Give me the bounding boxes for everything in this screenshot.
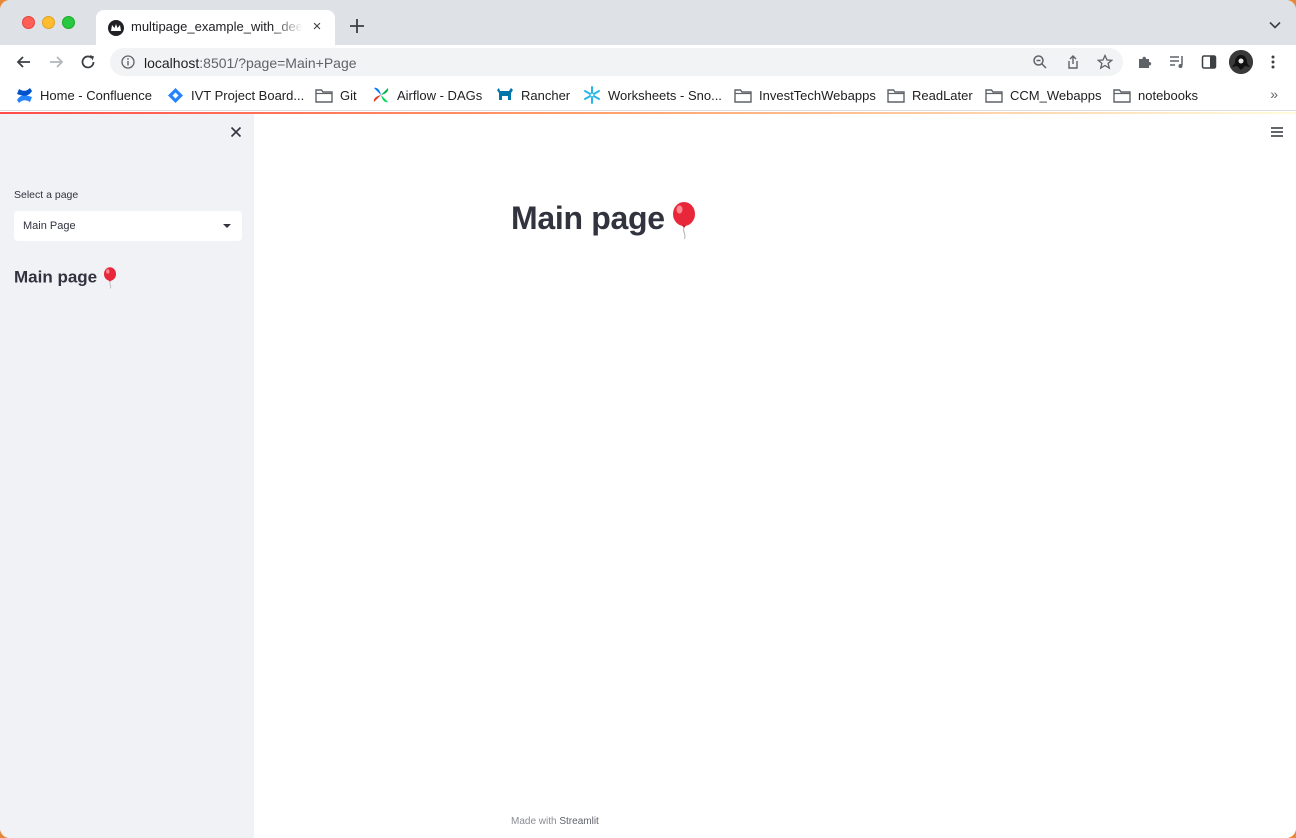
folder-icon (734, 88, 752, 103)
page-select-value: Main Page (23, 220, 76, 232)
sidebar-heading-text: Main page (14, 267, 98, 287)
browser-window: multipage_example_with_deep_links × (0, 0, 1296, 838)
page-title: Main page (511, 200, 697, 240)
tab-close-icon[interactable]: × (309, 19, 325, 35)
bookmarks-bar: Home - Confluence IVT Project Board... G… (0, 79, 1296, 111)
bookmark-label: CCM_Webapps (1010, 87, 1102, 103)
folder-icon (315, 88, 333, 103)
tab-search-chevron-icon[interactable] (1268, 18, 1282, 32)
bookmark-readlater[interactable]: ReadLater (887, 85, 973, 105)
page-title-text: Main page (511, 200, 665, 236)
page-select[interactable]: Main Page (14, 211, 242, 241)
forward-arrow-icon[interactable] (46, 52, 66, 72)
back-arrow-icon[interactable] (14, 52, 34, 72)
streamlit-favicon-icon (108, 20, 124, 36)
bookmark-label: InvestTechWebapps (759, 87, 876, 103)
snowflake-icon (584, 86, 600, 104)
browser-toolbar: localhost:8501/?page=Main+Page (0, 45, 1296, 79)
address-bar[interactable]: localhost:8501/?page=Main+Page (110, 48, 1123, 76)
side-panel-icon[interactable] (1201, 54, 1217, 70)
chrome-menu-icon[interactable] (1265, 54, 1281, 70)
bookmark-investtechwebapps[interactable]: InvestTechWebapps (734, 85, 876, 105)
minimize-window-button[interactable] (42, 16, 55, 29)
tab-strip: multipage_example_with_deep_links × (0, 0, 1296, 45)
page-select-label: Select a page (14, 189, 79, 201)
chevron-down-icon (223, 224, 231, 228)
maximize-window-button[interactable] (62, 16, 75, 29)
bookmark-label: Rancher (521, 87, 571, 103)
url-text: localhost:8501/?page=Main+Page (144, 55, 357, 71)
bookmark-ccm-webapps[interactable]: CCM_Webapps (985, 85, 1102, 105)
folder-icon (985, 88, 1003, 103)
footer-prefix: Made with (511, 816, 560, 827)
bookmark-label: Git (340, 87, 357, 103)
sidebar-heading: Main page (14, 267, 117, 289)
bookmark-home-confluence[interactable]: Home - Confluence (16, 85, 152, 105)
share-icon[interactable] (1065, 54, 1081, 70)
app-sidebar: Select a page Main Page Main page (0, 114, 254, 838)
bookmark-label: ReadLater (912, 87, 973, 103)
media-control-icon[interactable] (1169, 54, 1185, 70)
bookmark-rancher[interactable]: Rancher (496, 85, 570, 105)
confluence-icon (17, 87, 32, 103)
new-tab-icon[interactable] (347, 16, 367, 36)
reload-icon[interactable] (78, 52, 98, 72)
bookmark-worksheets-snowflake[interactable]: Worksheets - Sno... (583, 85, 722, 105)
browser-tab[interactable]: multipage_example_with_deep_links × (96, 10, 335, 45)
bookmark-airflow-dags[interactable]: Airflow - DAGs (372, 85, 482, 105)
app-footer: Made with Streamlit (511, 816, 599, 827)
extensions-puzzle-icon[interactable] (1137, 54, 1153, 70)
bookmark-label: Home - Confluence (40, 87, 152, 103)
url-host: localhost (144, 55, 200, 71)
bookmark-star-icon[interactable] (1097, 54, 1113, 70)
url-path: :8501/?page=Main+Page (199, 55, 357, 71)
bookmark-label: Worksheets - Sno... (608, 87, 722, 103)
folder-icon (1113, 88, 1131, 103)
tab-title: multipage_example_with_deep_links (131, 19, 303, 34)
bookmark-label: Airflow - DAGs (397, 87, 483, 103)
close-window-button[interactable] (22, 16, 35, 29)
site-info-icon[interactable] (121, 55, 135, 69)
bookmark-label: notebooks (1138, 87, 1198, 103)
folder-icon (887, 88, 905, 103)
bookmark-label: IVT Project Board... (191, 87, 305, 103)
bookmark-ivt-project-board[interactable]: IVT Project Board... (167, 85, 304, 105)
jira-icon (168, 87, 183, 103)
balloon-icon (672, 201, 695, 239)
profile-avatar[interactable] (1229, 50, 1253, 74)
sidebar-close-icon[interactable] (228, 124, 244, 140)
balloon-icon (104, 267, 117, 289)
app-main: Main page Made with Streamlit (254, 114, 1296, 838)
bookmarks-overflow-chevron-icon[interactable]: » (1270, 86, 1278, 102)
bookmark-git[interactable]: Git (315, 85, 357, 105)
rancher-icon (497, 88, 513, 100)
zoom-icon[interactable] (1032, 54, 1048, 70)
bookmark-notebooks[interactable]: notebooks (1113, 85, 1198, 105)
streamlit-link[interactable]: Streamlit (559, 816, 598, 827)
airflow-icon (373, 87, 389, 103)
hamburger-menu-icon[interactable] (1270, 126, 1284, 138)
